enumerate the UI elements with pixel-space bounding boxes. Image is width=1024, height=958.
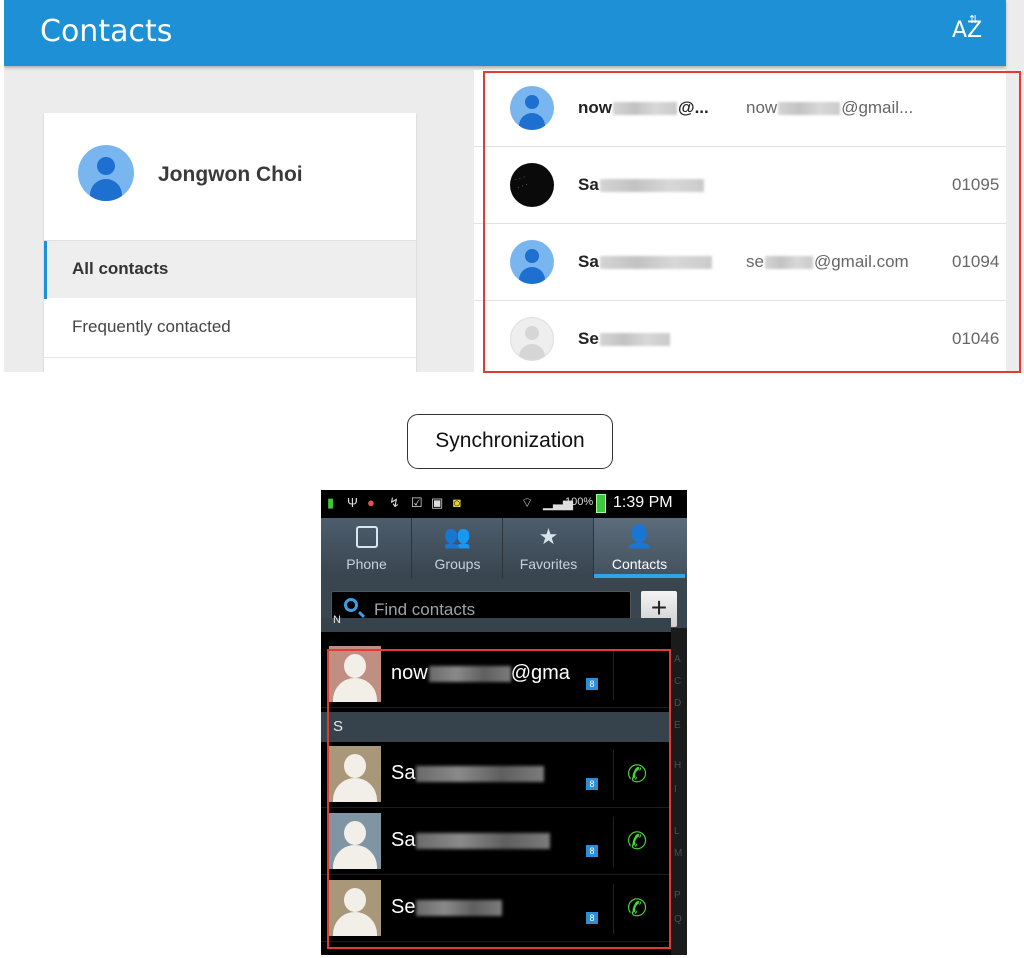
index-letter[interactable]: L (674, 826, 680, 837)
notification-icon: ● (367, 495, 375, 510)
groups-icon: 👥 (443, 524, 472, 549)
sync-label-box: Synchronization (407, 414, 613, 469)
chat-icon: ◙ (453, 495, 461, 510)
nav-item-label: Frequently contacted (72, 317, 231, 336)
selection-indicator (44, 241, 47, 299)
phone-icon (356, 526, 378, 548)
search-icon (344, 598, 358, 612)
index-letter[interactable]: A (674, 654, 681, 665)
index-letter[interactable]: I (674, 784, 677, 795)
tab-phone[interactable]: Phone (321, 518, 412, 578)
highlight-box (327, 649, 671, 949)
tab-favorites[interactable]: ★ Favorites (503, 518, 594, 578)
highlight-box (483, 71, 1021, 373)
clock: 1:39 PM (613, 494, 673, 511)
account-card: Jongwon Choi All contacts Frequently con… (44, 113, 416, 372)
tab-groups[interactable]: 👥 Groups (412, 518, 503, 578)
android-icon: ▮ (327, 495, 335, 510)
index-letter[interactable]: M (674, 848, 682, 859)
tab-contacts[interactable]: 👤 Contacts (594, 518, 687, 578)
account-name: Jongwon Choi (158, 163, 303, 186)
wifi-icon: ⌔ (521, 495, 534, 510)
index-letter[interactable]: H (674, 760, 681, 771)
checkbox-icon: ☑ (411, 495, 423, 510)
tab-label: Phone (346, 556, 387, 572)
index-letter[interactable]: D (674, 698, 681, 709)
sync-label: Synchronization (435, 429, 585, 452)
nav-item-label: All contacts (72, 259, 169, 278)
section-header-n: N (321, 614, 671, 632)
tab-label: Contacts (611, 556, 668, 572)
battery-percent: 100% (565, 496, 594, 508)
nav-item-all-contacts[interactable]: All contacts (44, 240, 416, 299)
index-letter[interactable]: E (674, 720, 681, 731)
status-bar: ▮ Ψ ● ↯ ☑ ▣ ◙ ⌔ ▁▃▅ 100% 1:39 PM (321, 490, 687, 518)
index-letter[interactable]: Q (674, 914, 682, 925)
sort-arrow-icon: ⇅ (969, 13, 979, 26)
sort-az-icon[interactable]: AZ ⇅ (952, 13, 984, 48)
index-letter[interactable]: C (674, 676, 681, 687)
nav-item-frequently-contacted[interactable]: Frequently contacted (44, 298, 416, 358)
alphabet-index-scroller[interactable]: A C D E H I L M P Q (671, 628, 687, 955)
missed-call-icon: ↯ (389, 495, 400, 510)
page-title: Contacts (40, 14, 173, 49)
avatar (78, 145, 134, 201)
person-icon: 👤 (625, 524, 654, 549)
tab-label: Favorites (519, 556, 578, 572)
battery-icon (596, 494, 606, 513)
star-icon: ★ (538, 524, 559, 549)
usb-icon: Ψ (347, 495, 358, 510)
tab-bar: Phone 👥 Groups ★ Favorites 👤 Contacts (321, 518, 687, 578)
image-icon: ▣ (431, 495, 444, 510)
tab-label: Groups (434, 556, 481, 572)
app-header: Contacts AZ ⇅ (4, 0, 1006, 66)
index-letter[interactable]: P (674, 890, 681, 901)
search-placeholder: Find contacts (374, 600, 476, 619)
